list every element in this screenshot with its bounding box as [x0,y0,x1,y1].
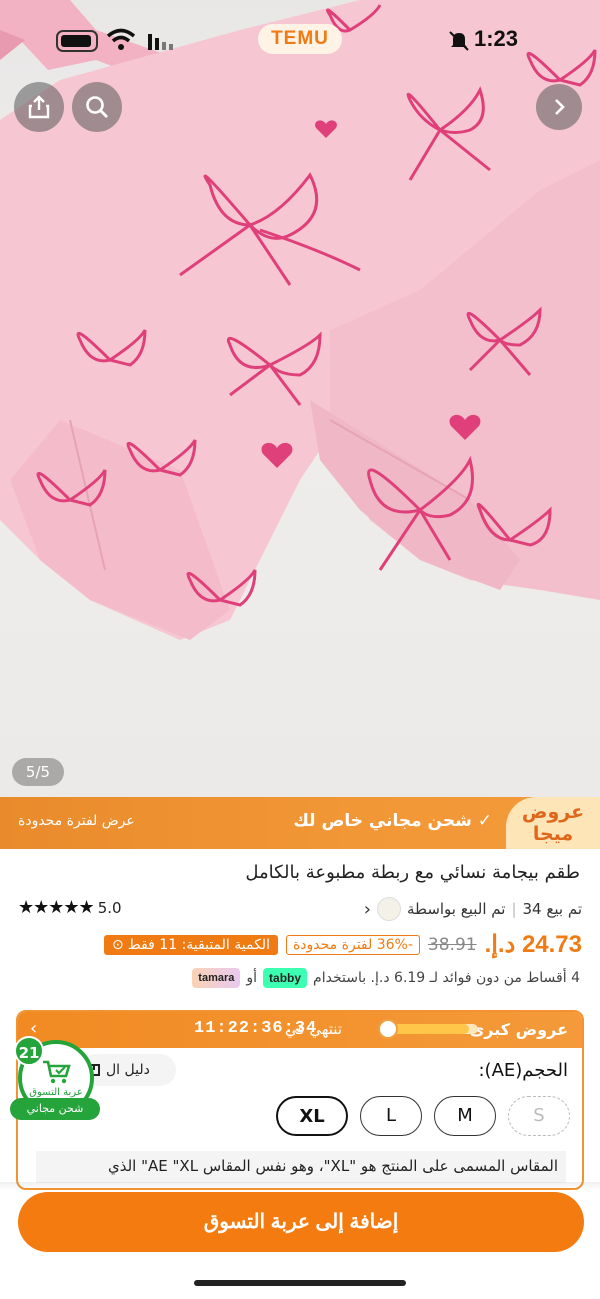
sold-by-label: تم البيع بواسطة [406,900,506,918]
image-counter: 5/5 [12,758,64,786]
chevron-left-icon: ‹ [363,898,371,920]
countdown-timer: 11:22:36:34 [194,1019,318,1038]
timer-icon [378,1019,398,1039]
status-time: 1:23 [474,26,519,51]
price-row: 24.73 د.إ. 38.91 -36% لفترة محدودة الكمي… [104,930,582,959]
size-guide-button[interactable]: دليل ال [80,1054,176,1086]
wifi-icon [106,28,136,50]
rating-value: 5.0 [97,898,122,917]
free-shipping-text: ✓ شحن مجاني خاص لك [293,811,492,831]
cart-count-badge: 21 [14,1036,44,1066]
free-shipping-label: شحن مجاني خاص لك [293,811,472,831]
tabby-logo: tabby [263,968,308,988]
mega-offers-badge: عروض ميجا [506,797,600,849]
product-title: طقم بيجامة نسائي مع ربطة مطبوعة بالكامل [245,862,580,883]
stock-left-label: الكمية المتبقية: 11 فقط [127,936,270,953]
search-button[interactable] [72,82,122,132]
offer-progress-fill [386,1024,469,1034]
battery-icon [56,30,98,52]
share-icon [28,95,50,119]
stock-tag: الكمية المتبقية: 11 فقط ⊙ [104,934,278,955]
installments-text: 4 أقساط من دون فوائد لـ 6.19 د.إ. باستخد… [313,970,580,986]
next-image-button[interactable] [536,84,582,130]
status-bar: TEMU 1:23 [0,22,600,62]
size-option-xl[interactable]: XL [276,1096,348,1136]
cart-label: عربة التسوق [29,1086,83,1098]
mute-bell-icon [449,31,469,51]
discount-tag: -36% لفترة محدودة [285,934,420,955]
installments-row[interactable]: 4 أقساط من دون فوائد لـ 6.19 د.إ. باستخد… [192,968,580,988]
limited-offer-text: عرض لفترة محدودة [18,813,135,829]
mega-offer-title: عروض كبرى [469,1020,568,1039]
cart-free-shipping: شحن مجاني [10,1098,100,1120]
promo-banner[interactable]: عروض ميجا ✓ شحن مجاني خاص لك عرض لفترة م… [0,797,600,849]
size-option-s[interactable]: S [508,1096,570,1136]
tamara-logo: tamara [192,968,241,988]
star-icons: ★★★★★ [18,897,95,918]
rating[interactable]: ★★★★★ 5.0 [18,897,122,918]
size-label: الحجم(AE): [478,1060,568,1081]
home-indicator[interactable] [194,1280,406,1286]
product-image[interactable]: TEMU 1:23 5/5 [0,0,600,797]
size-option-m[interactable]: M [434,1096,496,1136]
or-label: أو [246,970,258,986]
separator: | [511,900,517,918]
current-price: 24.73 د.إ. [484,931,582,958]
share-button[interactable] [14,82,64,132]
offer-progress-bar [386,1024,478,1034]
add-to-cart-button[interactable]: إضافة إلى عربة التسوق [18,1192,584,1252]
mega-offer-header[interactable]: عروض كبرى تنتهي في 11:22:36:34 ‹ [18,1012,582,1048]
size-guide-label: دليل ال [106,1062,150,1078]
chevron-right-icon [555,99,565,115]
clock-icon: ⊙ [112,936,124,953]
cart-icon [43,1060,71,1083]
seller-avatar[interactable] [376,897,401,921]
size-option-l[interactable]: L [360,1096,422,1136]
sold-count: تم بيع 34 [522,900,582,918]
temu-brand-pill: TEMU [258,24,342,54]
original-price: 38.91 [427,934,477,955]
signal-icon [148,34,173,50]
check-icon: ✓ [471,811,492,831]
size-note: المقاس المسمى على المنتج هو "XL"، وهو نف… [36,1151,566,1183]
divider [0,1182,600,1190]
seller-row[interactable]: تم بيع 34 | تم البيع بواسطة ‹ [364,897,582,921]
search-icon [86,96,108,118]
